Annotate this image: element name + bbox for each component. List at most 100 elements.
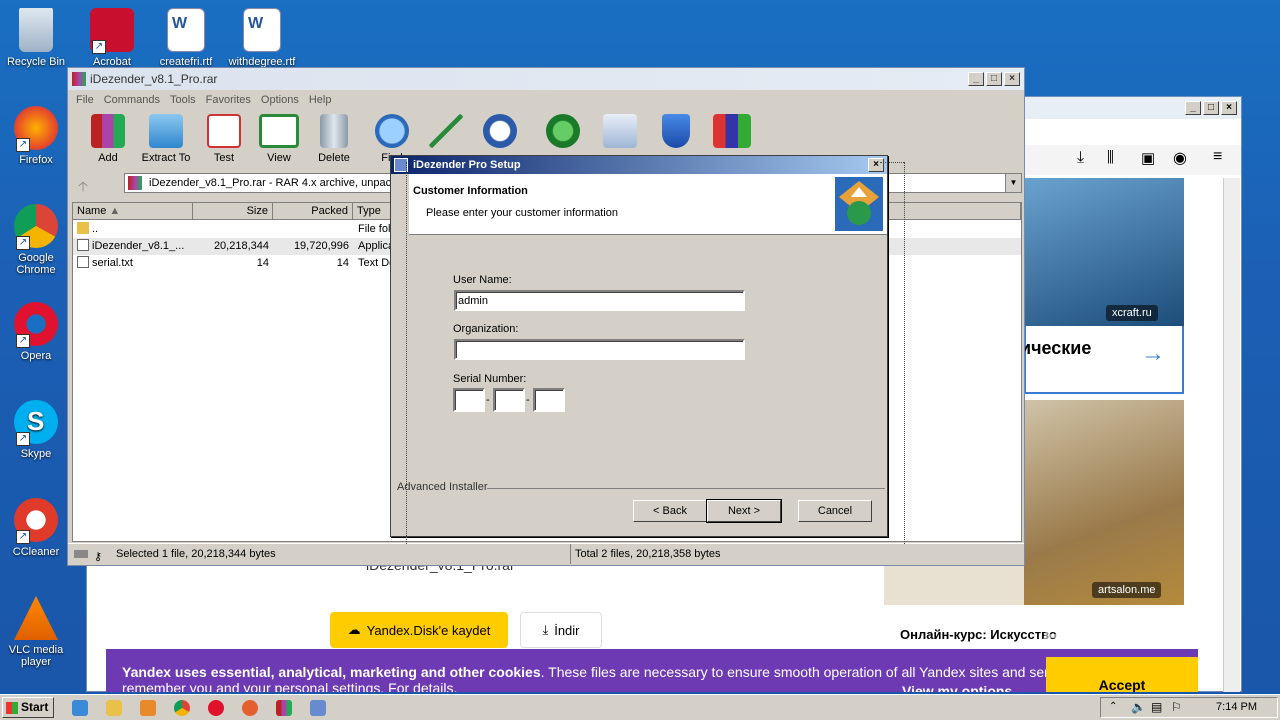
winrar-icon[interactable] xyxy=(276,700,292,716)
toolbar-sfx-button[interactable] xyxy=(702,114,762,152)
sidebar-icon[interactable]: ▣ xyxy=(1141,149,1155,167)
desktop-icon-skype[interactable]: S ↗ Skype xyxy=(0,400,72,460)
account-icon[interactable]: ◉ xyxy=(1173,148,1187,168)
column-name[interactable]: Name ▲ xyxy=(73,203,193,220)
serial-field-2[interactable] xyxy=(493,388,525,412)
column-packed[interactable]: Packed xyxy=(273,203,353,220)
desktop-icon-acrobat[interactable]: ↗ Acrobat xyxy=(76,8,148,68)
menu-commands[interactable]: Commands xyxy=(99,90,165,110)
toolbar-wizard-button[interactable] xyxy=(416,114,476,152)
desktop-icon-recycle-bin[interactable]: Recycle Bin xyxy=(0,8,72,68)
serial-separator: - xyxy=(486,394,490,406)
word-document-icon: W xyxy=(243,8,281,52)
drag-outline xyxy=(904,162,905,544)
word-document-icon: W xyxy=(167,8,205,52)
up-arrow-icon[interactable]: 🡡 xyxy=(78,176,88,200)
chevron-up-icon[interactable]: ⌃ xyxy=(1109,701,1117,712)
desktop-icon-withdegree[interactable]: W withdegree.rtf xyxy=(226,8,298,68)
media-player-icon[interactable] xyxy=(140,700,156,716)
library-icon[interactable]: ⫼ xyxy=(1107,149,1114,166)
folder-up-icon xyxy=(77,222,89,234)
network-icon[interactable]: ▤ xyxy=(1151,700,1162,714)
explorer-icon[interactable] xyxy=(106,700,122,716)
browser-scrollbar[interactable] xyxy=(1223,178,1240,692)
close-button[interactable]: × xyxy=(1221,101,1237,115)
winrar-title: iDezender_v8.1_Pro.rar xyxy=(90,72,218,86)
installer-icon[interactable] xyxy=(310,700,326,716)
shield-icon xyxy=(662,114,690,148)
book-view-icon xyxy=(259,114,299,148)
taskbar: Start ⌃ 🔈 ▤ ⚐ 7:14 PM xyxy=(0,694,1280,720)
toolbar-view-button[interactable]: View xyxy=(249,114,309,164)
clock[interactable]: 7:14 PM xyxy=(1216,701,1257,713)
start-button[interactable]: Start xyxy=(2,697,54,718)
desktop-icon-createfri[interactable]: W createfri.rtf xyxy=(150,8,222,68)
winrar-titlebar[interactable]: iDezender_v8.1_Pro.rar _ □ × xyxy=(68,68,1024,90)
sort-up-icon: ▲ xyxy=(109,205,121,217)
volume-icon[interactable]: 🔈 xyxy=(1131,700,1146,714)
toolbar-test-button[interactable]: Test xyxy=(194,114,254,164)
watermark: ANY.RUN xyxy=(1040,612,1216,654)
ad-image-xcraft[interactable] xyxy=(1024,178,1184,326)
next-button[interactable]: Next > xyxy=(706,499,782,523)
installer-logo-icon xyxy=(835,177,883,231)
yandex-disk-save-button[interactable]: ☁ Yandex.Disk'e kaydet xyxy=(330,612,508,648)
menu-options[interactable]: Options xyxy=(256,90,304,110)
column-size[interactable]: Size xyxy=(193,203,273,220)
toolbar-add-button[interactable]: Add xyxy=(78,114,138,164)
setup-titlebar[interactable]: iDezender Pro Setup × xyxy=(391,156,887,174)
toolbar-delete-button[interactable]: Delete xyxy=(304,114,364,164)
minimize-button[interactable]: _ xyxy=(968,72,984,86)
ad-card-xcraft[interactable]: ические → xyxy=(1020,326,1184,394)
serial-label: Serial Number: xyxy=(453,373,527,385)
ad-card-text: ические xyxy=(1020,338,1092,358)
download-button[interactable]: ⤓ İndir xyxy=(520,612,602,648)
ad-image-artsalon[interactable] xyxy=(1024,400,1184,605)
winrar-window-controls: _ □ × xyxy=(968,72,1020,86)
menu-file[interactable]: File xyxy=(71,90,99,110)
chrome-icon[interactable] xyxy=(174,700,190,716)
flag-icon[interactable]: ⚐ xyxy=(1171,700,1182,714)
cookie-banner: Yandex uses essential, analytical, marke… xyxy=(106,649,1198,692)
organization-field[interactable] xyxy=(454,339,745,360)
wand-icon xyxy=(429,114,463,148)
system-tray: ⌃ 🔈 ▤ ⚐ 7:14 PM xyxy=(1100,697,1278,718)
downloads-icon[interactable]: ⤓ xyxy=(1077,149,1084,167)
back-button[interactable]: < Back xyxy=(633,500,707,522)
menu-favorites[interactable]: Favorites xyxy=(201,90,256,110)
setup-dialog: iDezender Pro Setup × Customer Informati… xyxy=(390,155,888,537)
serial-field-3[interactable] xyxy=(533,388,565,412)
desktop-icon-ccleaner[interactable]: ↗ CCleaner xyxy=(0,498,72,558)
close-button[interactable]: × xyxy=(868,158,884,172)
desktop-icon-vlc[interactable]: VLC media player xyxy=(0,596,72,668)
bug-icon xyxy=(546,114,580,148)
status-total: Total 2 files, 20,218,358 bytes xyxy=(570,544,721,564)
ccleaner-icon: ↗ xyxy=(14,498,58,544)
close-button[interactable]: × xyxy=(1004,72,1020,86)
toolbar-virusscan-button[interactable] xyxy=(533,114,593,152)
ie-icon[interactable] xyxy=(72,700,88,716)
menu-icon[interactable]: ≡ xyxy=(1213,148,1222,166)
opera-icon[interactable] xyxy=(208,700,224,716)
desktop-icon-opera[interactable]: ↗ Opera xyxy=(0,302,72,362)
username-field[interactable] xyxy=(454,290,745,311)
minimize-button[interactable]: _ xyxy=(1185,101,1201,115)
toolbar-protect-button[interactable] xyxy=(646,114,706,152)
maximize-button[interactable]: □ xyxy=(1203,101,1219,115)
cancel-button[interactable]: Cancel xyxy=(798,500,872,522)
menu-tools[interactable]: Tools xyxy=(165,90,201,110)
toolbar-extract-button[interactable]: Extract To xyxy=(136,114,196,164)
drag-outline xyxy=(880,162,904,163)
cookie-accept-button[interactable]: Accept xyxy=(1046,657,1198,692)
serial-field-1[interactable] xyxy=(453,388,485,412)
group-label: Advanced Installer xyxy=(397,481,488,493)
desktop-icon-chrome[interactable]: ↗ Google Chrome xyxy=(0,204,72,276)
chevron-down-icon[interactable]: ▼ xyxy=(1005,174,1021,192)
firefox-icon[interactable] xyxy=(242,700,258,716)
maximize-button[interactable]: □ xyxy=(986,72,1002,86)
cookie-view-options[interactable]: View my options xyxy=(902,683,1012,692)
toolbar-info-button[interactable] xyxy=(470,114,530,152)
desktop-icon-firefox[interactable]: ↗ Firefox xyxy=(0,106,72,166)
toolbar-comment-button[interactable] xyxy=(590,114,650,152)
menu-help[interactable]: Help xyxy=(304,90,337,110)
